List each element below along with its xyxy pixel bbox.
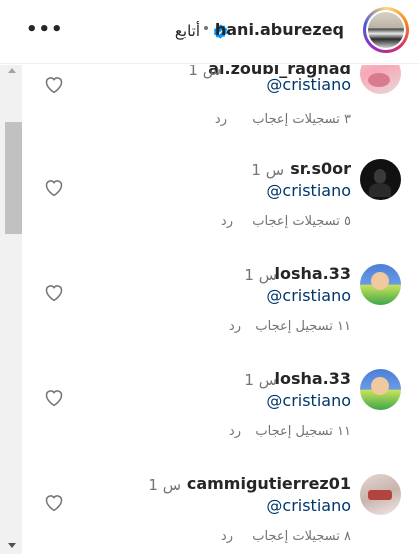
- like-heart-icon[interactable]: [44, 493, 64, 512]
- like-heart-icon[interactable]: [44, 388, 64, 407]
- comment-text[interactable]: @cristiano: [266, 181, 351, 200]
- commenter-username[interactable]: sr.s0or: [290, 159, 351, 178]
- more-options-button[interactable]: •••: [26, 21, 64, 39]
- commenter-avatar[interactable]: [360, 159, 401, 200]
- comment-item: losha.33 1 س @cristiano ١١ تسجيل إعجاب ر…: [0, 264, 419, 369]
- comment-time: 1 س: [188, 65, 221, 79]
- comment-text[interactable]: @cristiano: [266, 496, 351, 515]
- commenter-username[interactable]: losha.33: [274, 264, 351, 283]
- comment-text[interactable]: @cristiano: [266, 391, 351, 410]
- commenter-avatar[interactable]: [360, 369, 401, 410]
- following-button[interactable]: أتابع: [175, 22, 200, 40]
- reply-button[interactable]: رد: [221, 214, 233, 229]
- comments-list[interactable]: al.zoubi_raghad 1 س @cristiano ٣ تسجيلات…: [0, 65, 419, 554]
- reply-button[interactable]: رد: [229, 319, 241, 334]
- commenter-username[interactable]: cammigutierrez01: [187, 474, 351, 493]
- post-author-avatar[interactable]: [363, 7, 409, 53]
- comment-text[interactable]: @cristiano: [266, 75, 351, 94]
- comment-likes[interactable]: ١١ تسجيل إعجاب: [255, 319, 351, 334]
- commenter-avatar[interactable]: [360, 264, 401, 305]
- comment-time: 1 س: [251, 161, 284, 179]
- reply-button[interactable]: رد: [229, 424, 241, 439]
- post-header: ••• أتابع hani.aburezeq: [0, 0, 419, 64]
- comment-time: 1 س: [148, 476, 181, 494]
- comment-text[interactable]: @cristiano: [266, 286, 351, 305]
- comment-item: sr.s0or 1 س @cristiano ٥ تسجيلات إعجاب ر…: [0, 159, 419, 264]
- comment-likes[interactable]: ٨ تسجيلات إعجاب: [252, 529, 351, 544]
- like-heart-icon[interactable]: [44, 178, 64, 197]
- comment-time: 1 س: [244, 266, 277, 284]
- comment-item: al.zoubi_raghad 1 س @cristiano ٣ تسجيلات…: [0, 65, 419, 164]
- reply-button[interactable]: رد: [215, 112, 227, 127]
- like-heart-icon[interactable]: [44, 75, 64, 94]
- post-author-username[interactable]: hani.aburezeq: [215, 20, 344, 39]
- comment-time: 1 س: [244, 371, 277, 389]
- comment-item: cammigutierrez01 1 س @cristiano ٨ تسجيلا…: [0, 474, 419, 554]
- reply-button[interactable]: رد: [221, 529, 233, 544]
- separator-dot: [204, 26, 208, 30]
- comment-likes[interactable]: ٣ تسجيلات إعجاب: [252, 112, 351, 127]
- like-heart-icon[interactable]: [44, 283, 64, 302]
- comment-likes[interactable]: ١١ تسجيل إعجاب: [255, 424, 351, 439]
- comment-likes[interactable]: ٥ تسجيلات إعجاب: [252, 214, 351, 229]
- commenter-avatar[interactable]: [360, 65, 401, 94]
- commenter-avatar[interactable]: [360, 474, 401, 515]
- commenter-username[interactable]: losha.33: [274, 369, 351, 388]
- comment-item: losha.33 1 س @cristiano ١١ تسجيل إعجاب ر…: [0, 369, 419, 474]
